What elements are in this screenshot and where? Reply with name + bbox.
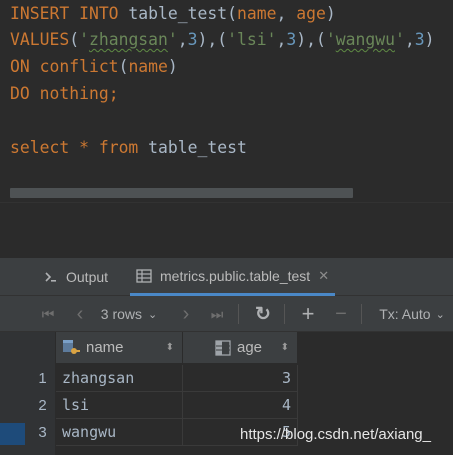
code-token: VALUES	[10, 30, 70, 49]
code-token: 'lsi'	[227, 30, 277, 49]
refresh-button[interactable]: ↻	[252, 296, 274, 332]
table-cell-age[interactable]: 4	[183, 392, 298, 419]
code-token: (	[118, 57, 129, 76]
code-token: age	[296, 4, 326, 23]
code-token: INSERT	[10, 4, 80, 23]
column-header-label: name	[86, 339, 124, 356]
code-token: ),(	[296, 30, 326, 49]
sql-editor[interactable]: INSERT INTO table_test(name, age) VALUES(…	[0, 0, 453, 202]
code-token: ,	[404, 30, 415, 49]
row-number[interactable]: 3	[30, 419, 55, 446]
code-token: conflict	[39, 57, 119, 76]
code-token: *	[79, 138, 99, 157]
first-page-button[interactable]: ⏮	[38, 296, 58, 332]
code-token: )	[424, 30, 435, 49]
code-token: table_test	[148, 138, 247, 157]
previous-page-button[interactable]: ‹	[70, 296, 90, 332]
code-token: zhangsan	[88, 30, 168, 49]
code-token: ),(	[197, 30, 228, 49]
tab-output[interactable]: Output	[38, 258, 114, 296]
results-tab-bar: Output metrics.public.table_test ✕	[0, 258, 453, 296]
watermark-text: https://blog.csdn.net/axiang_	[240, 426, 431, 443]
tab-output-label: Output	[66, 269, 109, 285]
toolbar-separator	[238, 304, 239, 324]
console-icon	[44, 271, 58, 283]
key-column-icon	[62, 339, 80, 357]
table-cell-name[interactable]: zhangsan	[56, 365, 183, 392]
code-token: 3	[414, 30, 425, 49]
row-number[interactable]: 2	[30, 392, 55, 419]
rows-count-dropdown[interactable]: 3 rows ⌄	[100, 296, 158, 332]
code-token: (	[69, 30, 80, 49]
code-token: ,	[276, 4, 297, 23]
table-cell-name[interactable]: wangwu	[56, 419, 183, 446]
code-token: INTO	[79, 4, 129, 23]
code-token: nothing	[39, 84, 109, 103]
transaction-mode-dropdown[interactable]: Tx: Auto ⌄	[375, 296, 449, 332]
code-token: wangwu	[335, 30, 395, 49]
editor-horizontal-scrollbar[interactable]	[10, 188, 353, 198]
add-row-button[interactable]: +	[297, 296, 319, 332]
code-token: name	[128, 57, 168, 76]
code-line[interactable]: DO nothing;	[10, 80, 119, 107]
code-token: '	[79, 30, 89, 49]
code-token: ;	[108, 84, 119, 103]
code-line[interactable]: select * from table_test	[10, 134, 247, 161]
code-token: select	[10, 138, 80, 157]
code-token: (	[227, 4, 237, 23]
code-token: 3	[187, 30, 198, 49]
code-token: ,	[276, 30, 287, 49]
code-token: ON	[10, 57, 40, 76]
editor-bottom-area	[0, 202, 453, 258]
code-token: '	[325, 30, 336, 49]
table-icon	[136, 268, 152, 283]
code-token: '	[394, 30, 405, 49]
column-header-name[interactable]: name ⬍	[56, 332, 183, 364]
toolbar-separator	[361, 304, 362, 324]
column-icon	[215, 339, 231, 356]
code-token: table_test	[128, 4, 228, 23]
code-token: from	[98, 138, 149, 157]
chevron-down-icon: ⌄	[435, 308, 445, 321]
code-line[interactable]: VALUES('zhangsan',3),('lsi',3),('wangwu'…	[10, 26, 434, 53]
row-number[interactable]: 1	[30, 365, 55, 392]
code-token: ,	[177, 30, 188, 49]
code-token: )	[325, 4, 336, 23]
transaction-mode-label: Tx: Auto	[379, 306, 431, 322]
sort-icon[interactable]: ⬍	[166, 342, 174, 353]
code-token: '	[167, 30, 178, 49]
tab-table-test[interactable]: metrics.public.table_test ✕	[130, 258, 336, 296]
table-cell-name[interactable]: lsi	[56, 392, 183, 419]
column-header-label: age	[237, 339, 263, 356]
last-page-button[interactable]: ⏭	[206, 296, 228, 332]
code-token: )	[167, 57, 178, 76]
rows-count-label: 3 rows	[100, 306, 142, 322]
chevron-down-icon: ⌄	[148, 308, 158, 321]
close-icon[interactable]: ✕	[318, 268, 329, 284]
tab-table-test-label: metrics.public.table_test	[160, 267, 311, 284]
table-cell-age[interactable]: 3	[183, 365, 298, 392]
results-toolbar: ⏮ ‹ 3 rows ⌄ › ⏭ ↻ + − Tx: Auto ⌄	[0, 296, 453, 332]
toolbar-separator	[284, 304, 285, 324]
selection-marker	[0, 423, 25, 445]
code-token: name	[236, 4, 277, 23]
code-line[interactable]: ON conflict(name)	[10, 53, 178, 80]
code-token: DO	[10, 84, 40, 103]
code-line[interactable]: INSERT INTO table_test(name, age)	[10, 0, 336, 27]
next-page-button[interactable]: ›	[176, 296, 196, 332]
code-token: 3	[286, 30, 297, 49]
delete-row-button[interactable]: −	[331, 296, 351, 332]
sort-icon[interactable]: ⬍	[281, 342, 289, 353]
column-header-age[interactable]: age ⬍	[183, 332, 298, 364]
